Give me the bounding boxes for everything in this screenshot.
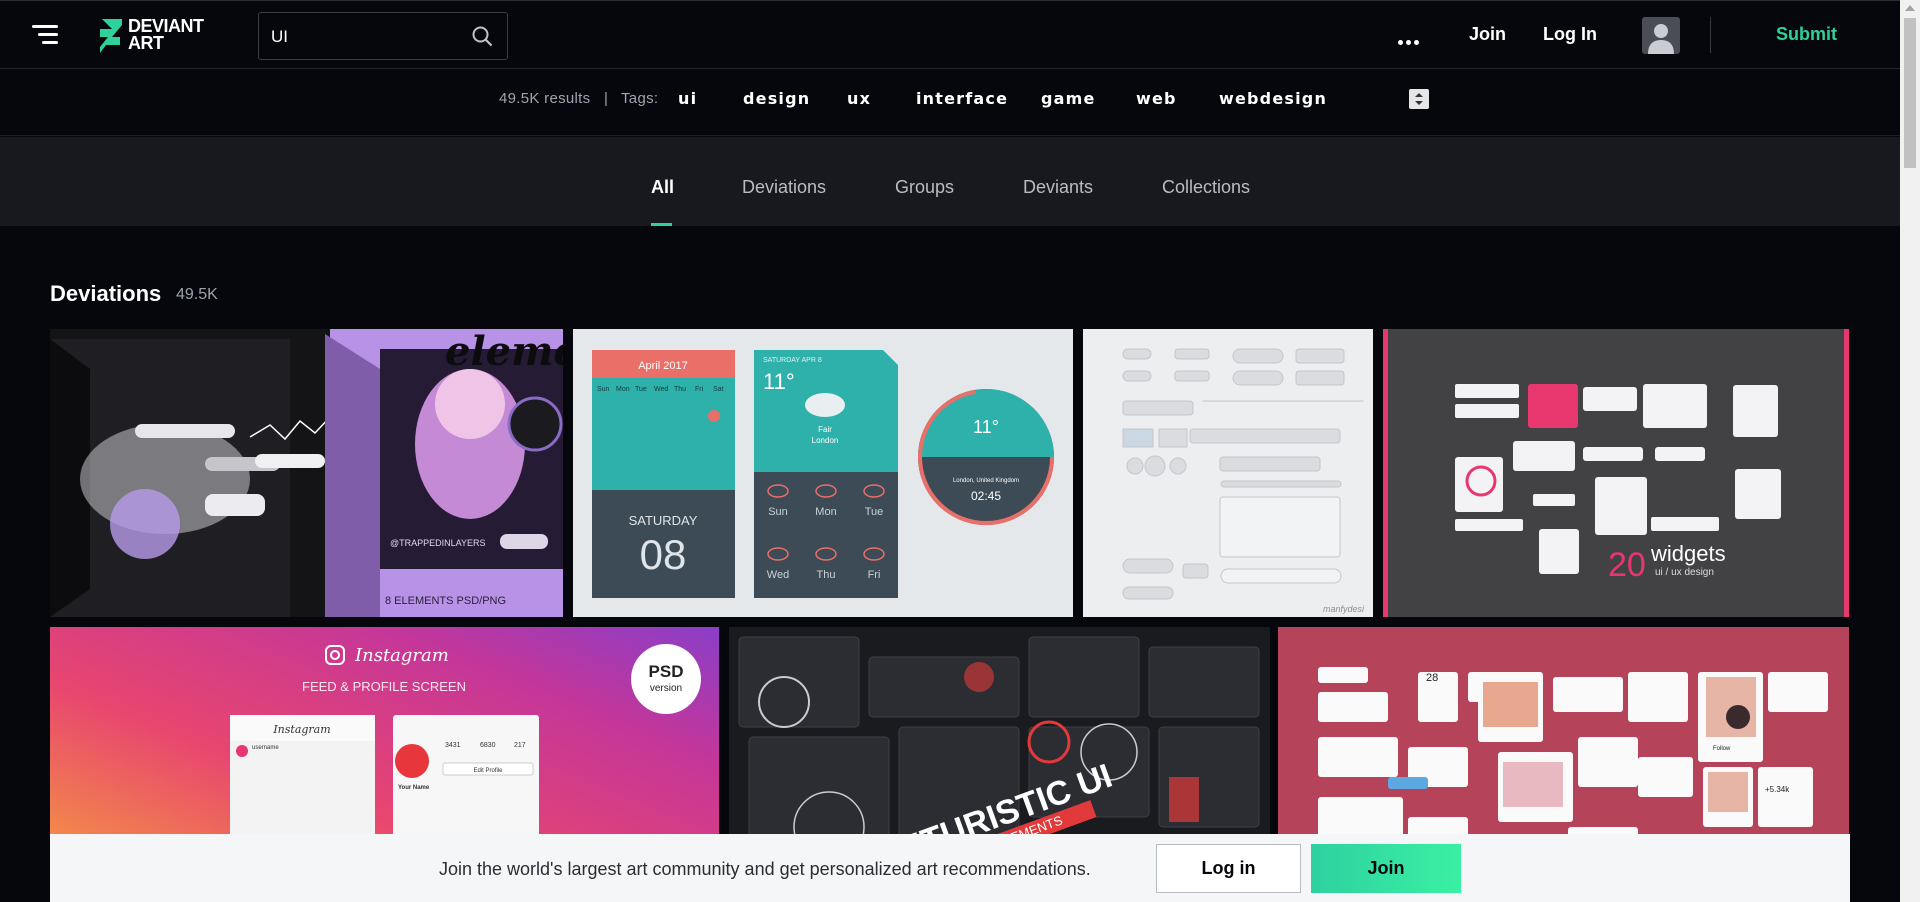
svg-text:3431: 3431 — [445, 742, 461, 749]
svg-text:SATURDAY APR 8: SATURDAY APR 8 — [763, 357, 822, 364]
svg-text:Thu: Thu — [674, 386, 686, 393]
svg-text:+5.34k: +5.34k — [1765, 785, 1790, 794]
banner-join-button[interactable]: Join — [1311, 844, 1461, 893]
deviation-thumbnail[interactable]: elements 8 ELEMENTS PSD/PNG @TRAPPEDINLA… — [50, 329, 563, 617]
logo-wordmark: DEVIANT ART — [128, 16, 204, 53]
svg-text:Fair: Fair — [818, 425, 832, 434]
user-avatar-icon[interactable] — [1642, 17, 1680, 54]
svg-text:version: version — [650, 683, 682, 694]
svg-text:8 ELEMENTS PSD/PNG: 8 ELEMENTS PSD/PNG — [385, 595, 506, 607]
tag-design[interactable]: design — [743, 89, 810, 108]
login-link[interactable]: Log In — [1543, 24, 1597, 45]
svg-text:Sun: Sun — [597, 386, 610, 393]
tab-all[interactable]: All — [651, 177, 674, 198]
svg-text:Sun: Sun — [768, 506, 788, 518]
svg-text:FEED & PROFILE SCREEN: FEED & PROFILE SCREEN — [302, 679, 466, 694]
svg-text:April 2017: April 2017 — [638, 360, 688, 372]
tags-label: Tags: — [621, 90, 659, 107]
tags-expand-toggle-icon[interactable] — [1409, 89, 1429, 109]
tags-separator: | — [604, 90, 608, 107]
svg-text:PSD: PSD — [649, 662, 684, 681]
search-icon[interactable] — [472, 26, 493, 47]
svg-text:11°: 11° — [763, 369, 795, 394]
thumbnail-image: 20 widgets ui / ux design — [1383, 329, 1849, 617]
svg-text:SATURDAY: SATURDAY — [629, 513, 698, 528]
svg-text:Thu: Thu — [817, 569, 836, 581]
svg-text:London, United Kingdom: London, United Kingdom — [953, 478, 1019, 484]
tags-bar: 49.5K results | Tags: ui design ux inter… — [0, 70, 1900, 136]
deviation-thumbnail[interactable]: manfydesi — [1083, 329, 1373, 617]
scrollbar-thumb[interactable] — [1904, 18, 1916, 168]
section-title: Deviations — [50, 281, 162, 306]
svg-text:Fri: Fri — [695, 386, 704, 393]
svg-text:28: 28 — [1426, 672, 1438, 684]
svg-text:Your Name: Your Name — [398, 785, 430, 791]
svg-text:20: 20 — [1608, 546, 1646, 584]
more-horizontal-icon[interactable] — [1398, 32, 1422, 50]
svg-text:Sat: Sat — [713, 386, 724, 393]
page-scrollbar[interactable] — [1900, 0, 1920, 902]
svg-text:Follow: Follow — [1713, 746, 1731, 752]
banner-login-button[interactable]: Log in — [1156, 844, 1301, 893]
svg-text:08: 08 — [640, 531, 687, 578]
scroll-up-arrow-icon[interactable] — [1905, 5, 1915, 11]
svg-text:11°: 11° — [973, 417, 999, 437]
tab-groups[interactable]: Groups — [895, 177, 954, 198]
svg-text:6830: 6830 — [480, 742, 496, 749]
svg-text:217: 217 — [514, 742, 526, 749]
deviantart-logo[interactable]: DEVIANT ART — [98, 17, 218, 55]
svg-text:username: username — [252, 745, 279, 751]
svg-text:Wed: Wed — [767, 569, 789, 581]
tag-ux[interactable]: ux — [847, 89, 871, 108]
tag-interface[interactable]: interface — [916, 89, 1008, 108]
join-banner: Join the world's largest art community a… — [50, 834, 1850, 902]
svg-text:Tue: Tue — [635, 386, 647, 393]
svg-text:Instagram: Instagram — [354, 645, 449, 666]
join-banner-text: Join the world's largest art community a… — [439, 859, 1091, 879]
tag-ui[interactable]: ui — [678, 89, 697, 108]
top-navigation-bar: DEVIANT ART UI Join Log In Submit — [0, 0, 1900, 69]
hamburger-menu-icon[interactable] — [32, 25, 58, 47]
svg-text:Mon: Mon — [815, 506, 836, 518]
svg-text:London: London — [812, 436, 839, 445]
svg-text:widgets: widgets — [1650, 541, 1726, 566]
thumbnail-image: manfydesi — [1083, 329, 1373, 617]
svg-text:manfydesi: manfydesi — [1323, 604, 1365, 614]
deviation-thumbnail[interactable]: April 2017 Sun Mon Tue Wed Thu Fri Sat SATURDA… — [573, 329, 1073, 617]
tab-collections[interactable]: Collections — [1162, 177, 1250, 198]
svg-text:Instagram: Instagram — [272, 723, 330, 736]
thumbnail-image: April 2017 Sun Mon Tue Wed Thu Fri Sat SATURDA… — [573, 329, 1073, 617]
svg-text:Mon: Mon — [616, 386, 630, 393]
tag-web[interactable]: web — [1136, 89, 1177, 108]
search-tabs: All Deviations Groups Deviants Collectio… — [0, 137, 1900, 226]
search-input[interactable]: UI — [258, 12, 508, 60]
active-tab-indicator — [651, 223, 672, 226]
section-count: 49.5K — [176, 286, 218, 303]
search-value: UI — [271, 27, 288, 46]
deviantart-logo-mark-icon — [100, 19, 122, 53]
tab-deviations[interactable]: Deviations — [742, 177, 826, 198]
avatar-silhouette-icon — [1648, 24, 1674, 54]
tag-webdesign[interactable]: webdesign — [1219, 89, 1327, 108]
submit-button[interactable]: Submit — [1776, 24, 1837, 45]
svg-text:02:45: 02:45 — [971, 489, 1001, 503]
header-divider — [1710, 17, 1711, 53]
thumbnail-image: elements 8 ELEMENTS PSD/PNG @TRAPPEDINLA… — [50, 329, 563, 617]
svg-text:Fri: Fri — [868, 569, 881, 581]
deviation-thumbnail[interactable]: 20 widgets ui / ux design — [1383, 329, 1849, 617]
svg-text:Tue: Tue — [865, 506, 884, 518]
results-count: 49.5K results — [499, 90, 591, 107]
join-link[interactable]: Join — [1469, 24, 1506, 45]
tab-deviants[interactable]: Deviants — [1023, 177, 1093, 198]
svg-text:ui / ux design: ui / ux design — [1655, 567, 1714, 578]
tag-game[interactable]: game — [1041, 89, 1096, 108]
svg-text:Wed: Wed — [654, 386, 668, 393]
svg-text:@TRAPPEDINLAYERS: @TRAPPEDINLAYERS — [390, 538, 486, 548]
svg-text:Edit Profile: Edit Profile — [473, 768, 503, 774]
svg-text:elements: elements — [445, 329, 563, 375]
